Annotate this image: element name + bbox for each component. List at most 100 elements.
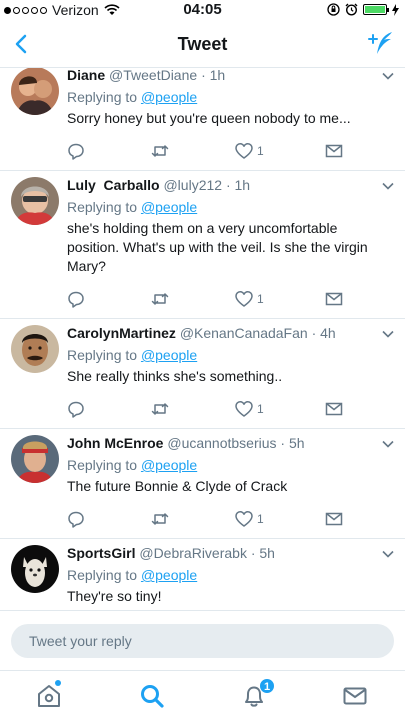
replying-prefix: Replying to <box>67 567 138 583</box>
tweet-header: John McEnroe @ucannotbserius · 5h <box>67 435 391 452</box>
like-count: 1 <box>257 402 264 416</box>
envelope-icon[interactable] <box>342 683 368 709</box>
orientation-lock-icon <box>327 3 340 16</box>
status-right <box>327 3 399 16</box>
replying-to-link[interactable]: @people <box>141 89 197 105</box>
replying-to: Replying to @people <box>67 87 391 107</box>
notification-count-badge: 1 <box>259 678 275 694</box>
retweet-button[interactable] <box>151 290 235 308</box>
reply-feed: Diane @TweetDiane · 1h Replying to @peop… <box>0 68 405 609</box>
status-bar: Verizon 04:05 <box>0 0 405 20</box>
heart-icon <box>235 143 253 159</box>
chevron-down-icon[interactable] <box>381 547 395 561</box>
charging-icon <box>392 3 399 16</box>
tweet-time: · 5h <box>280 435 305 451</box>
avatar[interactable] <box>11 68 59 115</box>
retweet-icon <box>151 513 169 525</box>
chevron-down-icon[interactable] <box>381 327 395 341</box>
tweet-text: Sorry honey but you're queen nobody to m… <box>67 110 351 126</box>
replying-prefix: Replying to <box>67 199 138 215</box>
page-title: Tweet <box>177 34 228 54</box>
tweet-header: Luly Carballo @luly212 · 1h <box>67 177 391 194</box>
reply-button[interactable] <box>67 290 151 308</box>
heart-icon <box>235 401 253 417</box>
retweet-icon <box>151 145 169 157</box>
direct-message-button[interactable] <box>325 510 343 528</box>
tweet-actions: 1 <box>67 510 391 528</box>
author-name[interactable]: SportsGirl <box>67 545 135 561</box>
retweet-button[interactable] <box>151 400 235 418</box>
new-tweets-dot <box>55 680 61 686</box>
envelope-icon <box>325 144 343 158</box>
heart-icon <box>235 291 253 307</box>
like-button[interactable]: 1 <box>235 510 325 528</box>
reply-button[interactable] <box>67 400 151 418</box>
tweet-time: · 1h <box>225 177 251 193</box>
tweet-header: CarolynMartinez @KenanCanadaFan · 4h <box>67 325 391 342</box>
tweet-reply-input[interactable] <box>11 624 394 658</box>
retweet-button[interactable] <box>151 510 235 528</box>
chevron-down-icon[interactable] <box>381 437 395 451</box>
like-button[interactable]: 1 <box>235 142 325 160</box>
tweet-item[interactable]: SportsGirl @DebraRiverabk · 5h Replying … <box>0 539 405 609</box>
reply-icon <box>68 291 84 308</box>
direct-message-button[interactable] <box>325 400 343 418</box>
tweet-text: The future Bonnie & Clyde of Crack <box>67 478 288 494</box>
avatar[interactable] <box>11 545 59 593</box>
author-handle[interactable]: @luly212 <box>163 177 222 193</box>
avatar[interactable] <box>11 435 59 483</box>
direct-message-button[interactable] <box>325 290 343 308</box>
avatar[interactable] <box>11 177 59 225</box>
author-handle[interactable]: @KenanCanadaFan <box>180 325 308 341</box>
tweet-item[interactable]: Diane @TweetDiane · 1h Replying to @peop… <box>0 68 405 171</box>
replying-to-link[interactable]: @people <box>141 199 197 215</box>
author-name[interactable]: CarolynMartinez <box>67 325 176 341</box>
replying-to-link[interactable]: @people <box>141 457 197 473</box>
reply-icon <box>68 401 84 418</box>
tweet-header: SportsGirl @DebraRiverabk · 5h <box>67 545 391 562</box>
reply-icon <box>68 143 84 160</box>
replying-to: Replying to @people <box>67 455 391 475</box>
envelope-icon <box>325 402 343 416</box>
like-count: 1 <box>257 144 264 158</box>
tweet-actions: 1 <box>67 290 391 308</box>
replying-to-link[interactable]: @people <box>141 567 197 583</box>
author-name[interactable]: Luly Carballo <box>67 177 160 193</box>
retweet-button[interactable] <box>151 142 235 160</box>
like-button[interactable]: 1 <box>235 400 325 418</box>
tweet-item[interactable]: John McEnroe @ucannotbserius · 5h Replyi… <box>0 429 405 539</box>
retweet-icon <box>151 293 169 305</box>
tweet-text: They're so tiny! <box>67 588 162 604</box>
replying-prefix: Replying to <box>67 347 138 363</box>
reply-bar <box>0 610 405 670</box>
direct-message-button[interactable] <box>325 142 343 160</box>
replying-to: Replying to @people <box>67 197 391 217</box>
reply-button[interactable] <box>67 142 151 160</box>
chevron-down-icon[interactable] <box>381 69 395 83</box>
tweet-time: · 1h <box>201 68 226 83</box>
tweet-item[interactable]: CarolynMartinez @KenanCanadaFan · 4h Rep… <box>0 319 405 429</box>
author-name[interactable]: Diane <box>67 68 105 83</box>
nav-bar: Tweet <box>0 20 405 68</box>
replying-prefix: Replying to <box>67 457 138 473</box>
tweet-time: · 5h <box>250 545 275 561</box>
avatar[interactable] <box>11 325 59 373</box>
author-name[interactable]: John McEnroe <box>67 435 163 451</box>
heart-icon <box>235 511 253 527</box>
alarm-icon <box>345 3 358 16</box>
envelope-icon <box>325 512 343 526</box>
chevron-down-icon[interactable] <box>381 179 395 193</box>
author-handle[interactable]: @TweetDiane <box>109 68 197 83</box>
battery-icon <box>363 4 389 15</box>
search-icon[interactable] <box>139 683 165 709</box>
author-handle[interactable]: @ucannotbserius <box>167 435 276 451</box>
retweet-icon <box>151 403 169 415</box>
home-icon[interactable] <box>36 683 62 709</box>
replying-to-link[interactable]: @people <box>141 347 197 363</box>
author-handle[interactable]: @DebraRiverabk <box>139 545 247 561</box>
replying-to: Replying to @people <box>67 565 391 585</box>
reply-button[interactable] <box>67 510 151 528</box>
compose-tweet-icon[interactable] <box>367 30 395 58</box>
like-button[interactable]: 1 <box>235 290 325 308</box>
tweet-item[interactable]: Luly Carballo @luly212 · 1h Replying to … <box>0 171 405 319</box>
